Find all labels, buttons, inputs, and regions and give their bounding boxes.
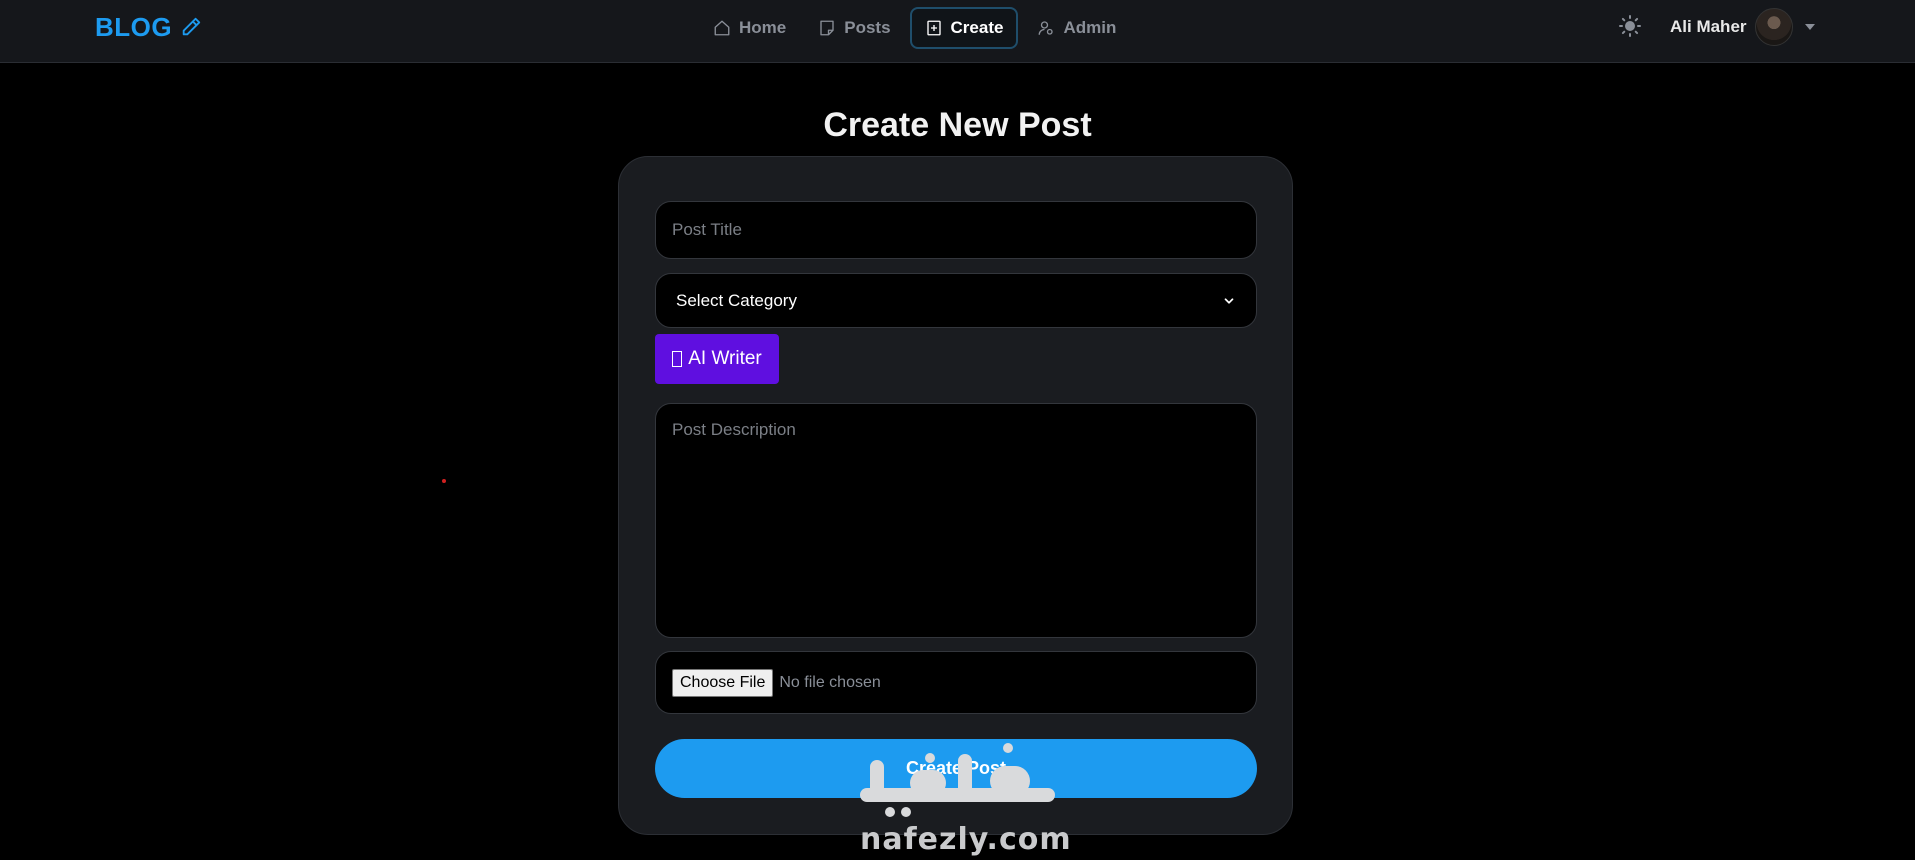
posts-icon — [820, 20, 834, 36]
nav-links: Home Posts Create Admin — [700, 7, 1129, 49]
nav-item-label: Admin — [1063, 18, 1117, 37]
pencil-icon — [182, 17, 201, 36]
nav-item-admin[interactable]: Admin — [1024, 7, 1129, 49]
nav-item-posts[interactable]: Posts — [805, 7, 903, 49]
chevron-down-icon — [1224, 297, 1234, 304]
home-icon — [714, 20, 730, 36]
admin-icon — [1039, 21, 1054, 35]
ai-writer-button[interactable]: AI Writer — [655, 334, 779, 384]
image-file-input[interactable]: Choose File No file chosen — [655, 651, 1257, 714]
create-icon — [926, 20, 941, 36]
nav-item-home[interactable]: Home — [700, 7, 799, 49]
brand-logo[interactable]: BLOG — [95, 12, 202, 42]
user-name: Ali Maher — [1670, 17, 1747, 36]
page-title: Create New Post — [823, 106, 1092, 144]
post-title-input[interactable] — [655, 201, 1257, 259]
sun-icon[interactable] — [1618, 14, 1642, 38]
nav-item-create[interactable]: Create — [909, 7, 1019, 49]
brand-name[interactable]: BLOG — [95, 12, 172, 43]
create-post-form: Select Category AI Writer Choose File No… — [618, 156, 1293, 835]
avatar[interactable] — [1754, 8, 1793, 46]
nav-item-label: Create — [950, 18, 1004, 37]
post-description-textarea[interactable] — [655, 403, 1257, 638]
choose-file-button[interactable]: Choose File — [672, 668, 774, 697]
create-post-button[interactable]: Create Post — [655, 739, 1257, 798]
cursor-dot — [442, 479, 446, 483]
ai-writer-label: AI Writer — [688, 348, 762, 369]
nav-item-label: Posts — [844, 18, 891, 37]
category-select[interactable]: Select Category — [655, 273, 1257, 328]
category-select-value: Select Category — [676, 290, 797, 310]
ai-writer-icon — [672, 351, 683, 367]
file-status: No file chosen — [779, 673, 881, 691]
nav-item-label: Home — [739, 18, 787, 37]
navbar: BLOG Home Posts Create Admin Ali Maher — [0, 0, 1915, 63]
chevron-down-icon[interactable] — [1804, 24, 1815, 30]
user-menu[interactable]: Ali Maher — [1670, 8, 1815, 46]
